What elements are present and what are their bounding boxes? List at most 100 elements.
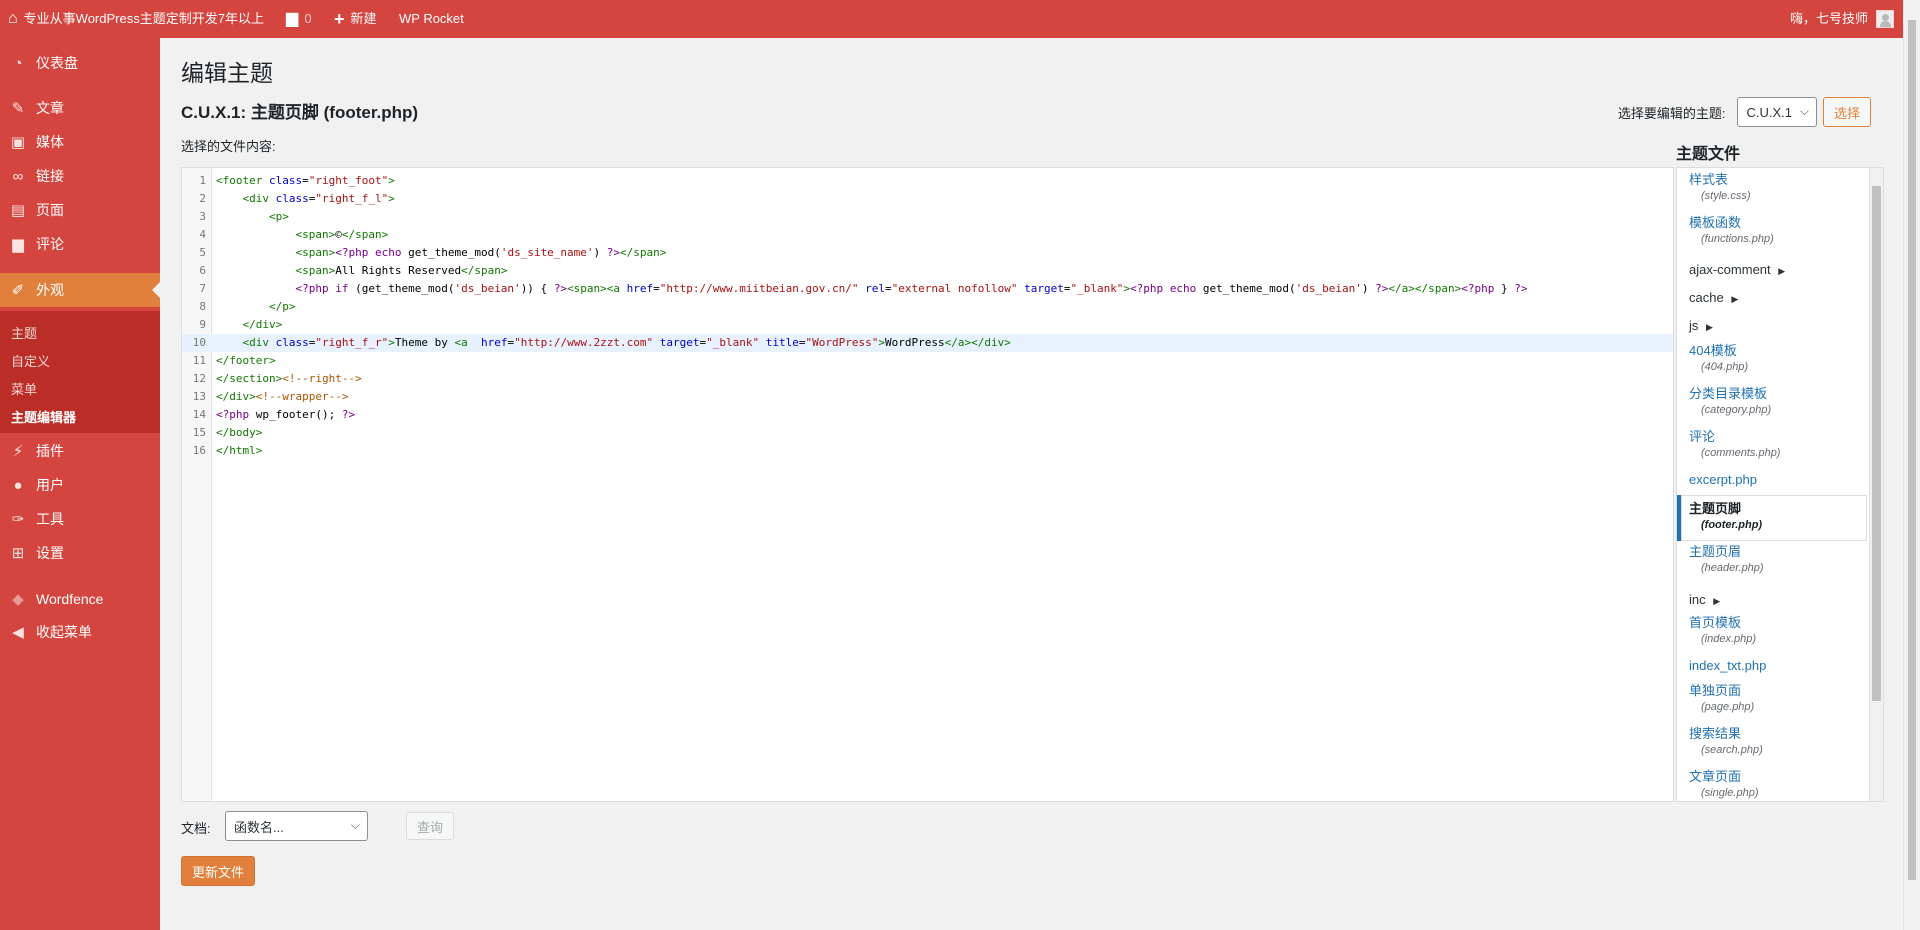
file-filename: (page.php) <box>1701 701 1755 713</box>
menu-links[interactable]: ∞ 链接 <box>0 159 160 193</box>
code-editor[interactable]: 1 <footer class="right_foot"> 2 <div clas… <box>181 167 1674 802</box>
account-menu[interactable]: 嗨，七号技师 <box>1790 0 1894 38</box>
folder-ajax-comment[interactable]: ajax-comment ▶ <box>1677 262 1867 279</box>
file-filename: (category.php) <box>1701 404 1772 416</box>
page-scrollbar[interactable] <box>1903 0 1920 930</box>
file-functions-php[interactable]: 模板函数 (functions.php) <box>1677 215 1867 247</box>
menu-collapse[interactable]: ◀ 收起菜单 <box>0 615 160 649</box>
code-line[interactable]: 13 </div><!--wrapper--> <box>182 388 1673 406</box>
code-line[interactable]: 12 </section><!--right--> <box>182 370 1673 388</box>
code-line[interactable]: 3 <p> <box>182 208 1673 226</box>
folder-inc[interactable]: inc ▶ <box>1677 592 1867 609</box>
code-text: <span>©</span> <box>295 228 389 241</box>
menu-pages[interactable]: ▤ 页面 <box>0 193 160 227</box>
code-line[interactable]: 14 <?php wp_footer(); ?> <box>182 406 1673 424</box>
file-single-php[interactable]: 文章页面 (single.php) <box>1677 769 1867 801</box>
page-scrollbar-thumb[interactable] <box>1908 20 1916 880</box>
file-404-php[interactable]: 404模板 (404.php) <box>1677 343 1867 375</box>
code-text: <?php if (get_theme_mod('ds_beian')) { ?… <box>295 282 1528 295</box>
menu-tools[interactable]: ✑ 工具 <box>0 502 160 536</box>
menu-appearance[interactable]: ✐ 外观 <box>0 273 160 307</box>
file-page-php[interactable]: 单独页面 (page.php) <box>1677 683 1867 715</box>
new-content-link[interactable]: + 新建 <box>334 0 377 38</box>
wp-rocket-link[interactable]: WP Rocket <box>399 0 464 38</box>
menu-dashboard[interactable]: ◔ 仪表盘 <box>0 46 160 80</box>
menu-label: 评论 <box>36 236 64 252</box>
menu-media[interactable]: ▣ 媒体 <box>0 125 160 159</box>
wordfence-icon: ◆ <box>12 591 24 608</box>
code-text: </section><!--right--> <box>216 372 362 385</box>
file-name: 单独页面 <box>1689 683 1742 698</box>
chevron-down-icon: ⌵ <box>1799 104 1809 118</box>
theme-select[interactable]: C.U.X.1 ⌵ <box>1737 97 1817 127</box>
comments-link[interactable]: ▆ 0 <box>286 0 312 38</box>
submenu-menus[interactable]: 菜单 <box>11 379 37 398</box>
file-footer-php-current[interactable]: 主题页脚 (footer.php) <box>1677 495 1867 541</box>
comment-bubble-icon: ▆ <box>286 10 299 27</box>
lookup-button[interactable]: 查询 <box>406 812 455 840</box>
code-text: <p> <box>268 210 289 223</box>
menu-settings[interactable]: ⊞ 设置 <box>0 536 160 570</box>
folder-name: js <box>1689 318 1699 333</box>
code-line[interactable]: 2 <div class="right_f_l"> <box>182 190 1673 208</box>
select-theme-button[interactable]: 选择 <box>1822 97 1871 127</box>
menu-users[interactable]: ● 用户 <box>0 468 160 502</box>
file-index-php[interactable]: 首页模板 (index.php) <box>1677 615 1867 647</box>
file-search-php[interactable]: 搜索结果 (search.php) <box>1677 726 1867 758</box>
site-name-link[interactable]: ⌂ 专业从事WordPress主题定制开发7年以上 <box>8 0 264 38</box>
menu-plugins[interactable]: ⚡ 插件 <box>0 434 160 468</box>
code-text: <div class="right_f_r">Theme by <a href=… <box>242 336 1011 349</box>
submenu-theme-editor[interactable]: 主题编辑器 <box>11 407 76 426</box>
file-filename: (style.css) <box>1701 190 1751 202</box>
code-line[interactable]: 15 </body> <box>182 424 1673 442</box>
files-scrollbar-thumb[interactable] <box>1872 186 1881 701</box>
menu-label: 收起菜单 <box>36 624 92 640</box>
file-comments-php[interactable]: 评论 (comments.php) <box>1677 429 1867 461</box>
file-excerpt-php[interactable]: excerpt.php <box>1677 472 1867 488</box>
line-number: 8 <box>199 300 206 313</box>
code-line[interactable]: 4 <span>©</span> <box>182 226 1673 244</box>
update-file-button[interactable]: 更新文件 <box>181 856 256 886</box>
code-text: </p> <box>268 300 296 313</box>
submenu-customize[interactable]: 自定义 <box>11 351 50 370</box>
code-line[interactable]: 8 </p> <box>182 298 1673 316</box>
folder-name: ajax-comment <box>1689 262 1771 277</box>
folder-js[interactable]: js ▶ <box>1677 318 1867 335</box>
folder-name: inc <box>1689 592 1706 607</box>
files-scrollbar[interactable] <box>1869 168 1883 801</box>
file-category-php[interactable]: 分类目录模板 (category.php) <box>1677 386 1867 418</box>
code-text: </html> <box>216 444 263 457</box>
line-number: 10 <box>192 336 206 349</box>
file-header-php[interactable]: 主题页眉 (header.php) <box>1677 544 1867 576</box>
code-line[interactable]: 5 <span><?php echo get_theme_mod('ds_sit… <box>182 244 1673 262</box>
line-number: 14 <box>192 408 206 421</box>
file-name: 分类目录模板 <box>1689 386 1768 401</box>
code-line[interactable]: 7 <?php if (get_theme_mod('ds_beian')) {… <box>182 280 1673 298</box>
code-line[interactable]: 6 <span>All Rights Reserved</span> <box>182 262 1673 280</box>
wp-rocket-label: WP Rocket <box>399 11 464 26</box>
menu-label: 页面 <box>36 202 64 218</box>
line-number: 5 <box>199 246 206 259</box>
code-text: <footer class="right_foot"> <box>216 174 395 187</box>
code-line[interactable]: 1 <footer class="right_foot"> <box>182 172 1673 190</box>
file-title-filename: (footer.php) <box>318 103 419 122</box>
code-line-active[interactable]: 10 <div class="right_f_r">Theme by <a hr… <box>182 334 1673 352</box>
menu-comments[interactable]: ▆ 评论 <box>0 227 160 261</box>
new-label: 新建 <box>350 11 377 26</box>
code-line[interactable]: 16 </html> <box>182 442 1673 460</box>
theme-files-heading: 主题文件 <box>1676 146 1741 163</box>
file-name: 404模板 <box>1689 343 1737 358</box>
menu-posts[interactable]: ✎ 文章 <box>0 91 160 125</box>
file-index-txt-php[interactable]: index_txt.php <box>1677 658 1867 674</box>
folder-cache[interactable]: cache ▶ <box>1677 290 1867 307</box>
submenu-themes[interactable]: 主题 <box>11 323 37 342</box>
code-line[interactable]: 11 </footer> <box>182 352 1673 370</box>
menu-label: 外观 <box>36 282 64 298</box>
menu-wordfence[interactable]: ◆ Wordfence <box>0 582 160 616</box>
function-name-select[interactable]: 函数名... ⌵ <box>225 811 368 841</box>
code-text: <span><?php echo get_theme_mod('ds_site_… <box>295 246 667 259</box>
file-style-css[interactable]: 样式表 (style.css) <box>1677 172 1867 204</box>
code-line[interactable]: 9 </div> <box>182 316 1673 334</box>
menu-label: 设置 <box>36 545 64 561</box>
file-title-name: 主题页脚 <box>250 103 319 122</box>
